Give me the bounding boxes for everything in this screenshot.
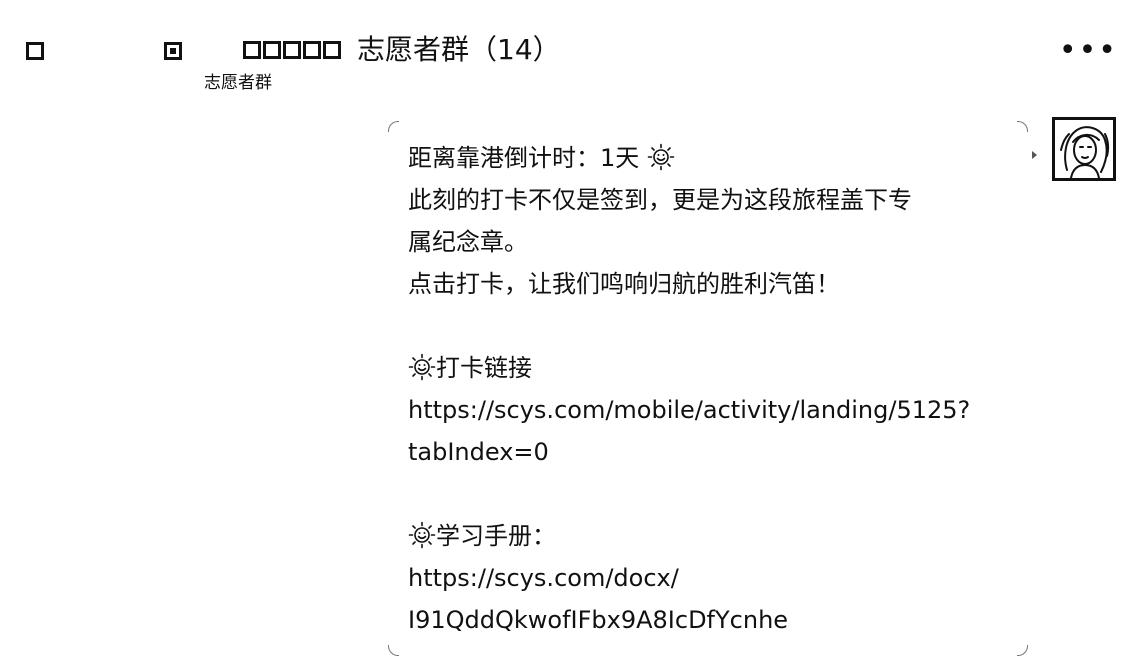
section-heading: 打卡链接 [408, 347, 1010, 389]
back-icon[interactable] [26, 42, 44, 60]
bubble-corner [1017, 121, 1028, 132]
checkin-link-continued[interactable]: tabIndex=0 [408, 438, 549, 466]
bubble-corner [388, 121, 399, 132]
message-line: 属纪念章。 [408, 228, 528, 256]
sun-emoji-icon [408, 521, 436, 549]
checkin-link-label: 打卡链接 [436, 354, 532, 382]
message-bubble[interactable]: 距离靠港倒计时：1天 此刻的打卡不仅是签到，更是为这段旅程盖下专 属纪念章。 点… [388, 121, 1037, 656]
chat-subtitle: 志愿者群 [204, 73, 272, 93]
bubble-corner [388, 645, 399, 656]
chat-title: 志愿者群（14） [357, 33, 561, 66]
message-line: 距离靠港倒计时：1天 [408, 137, 1010, 179]
sun-emoji-icon [408, 353, 436, 381]
countdown-text: 距离靠港倒计时：1天 [408, 144, 640, 172]
title-glyphs-icon [243, 41, 341, 59]
avatar[interactable] [1052, 117, 1116, 181]
bubble-corner [1017, 645, 1028, 656]
checkin-link-line[interactable]: tabIndex=0 [408, 431, 1010, 473]
sun-emoji-icon [647, 143, 675, 171]
bubble-tail [1032, 151, 1037, 159]
message-line: 此刻的打卡不仅是签到，更是为这段旅程盖下专 [408, 186, 912, 214]
checkin-link[interactable]: https://scys.com/mobile/activity/landing… [408, 396, 970, 424]
message-line: 点击打卡，让我们鸣响归航的胜利汽笛！ [408, 270, 840, 298]
section-heading: 学习手册： [408, 515, 1010, 557]
handbook-link-line[interactable]: I91QddQkwofIFbx9A8IcDfYcnhe [408, 599, 1010, 641]
handbook-link[interactable]: https://scys.com/docx/ [408, 564, 679, 592]
handbook-link-line[interactable]: https://scys.com/docx/ [408, 557, 1010, 599]
top-bar: 志愿者群（14） 志愿者群 ••• [0, 0, 1138, 100]
checkin-link-line[interactable]: https://scys.com/mobile/activity/landing… [408, 389, 1010, 431]
handbook-link-continued[interactable]: I91QddQkwofIFbx9A8IcDfYcnhe [408, 606, 788, 634]
handbook-label: 学习手册： [436, 522, 556, 550]
avatar-portrait-icon [1060, 126, 1110, 178]
more-icon[interactable]: ••• [1059, 36, 1118, 66]
nav-icon[interactable] [164, 42, 182, 60]
